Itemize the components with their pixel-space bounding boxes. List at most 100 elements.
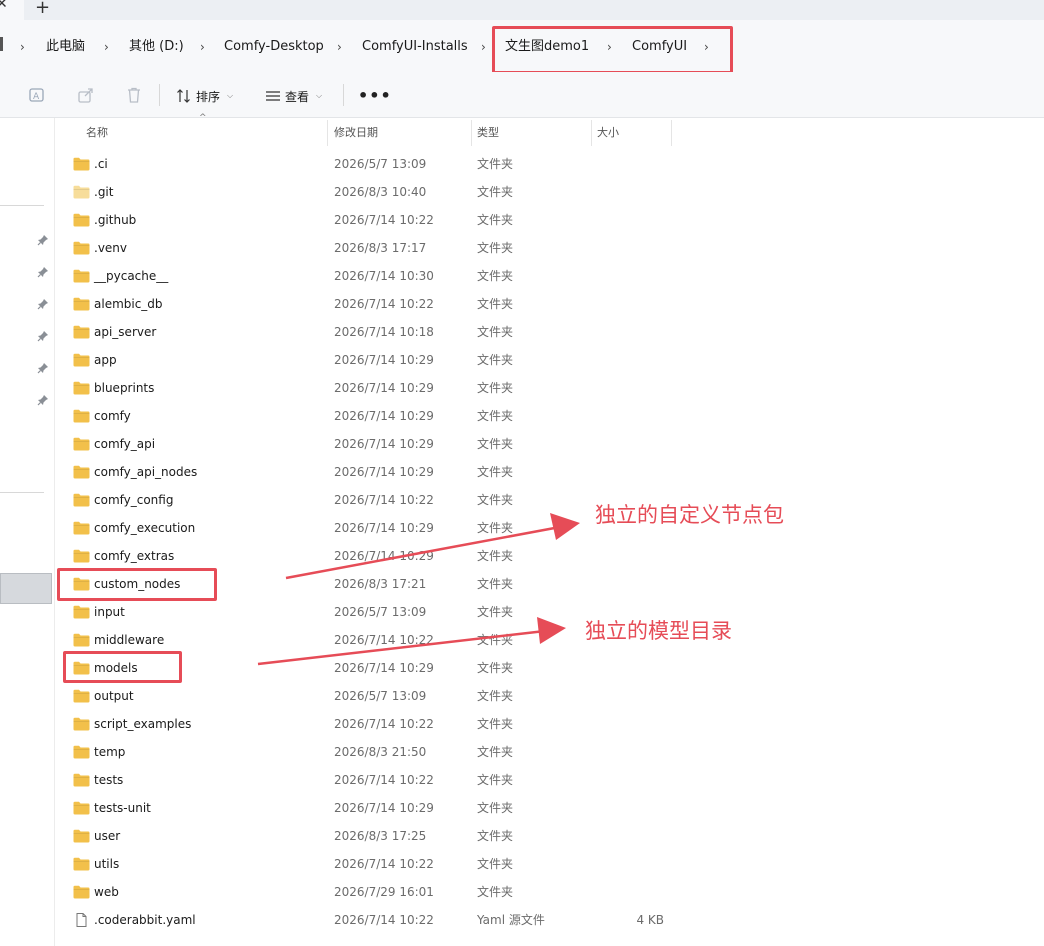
breadcrumb-separator[interactable]: › bbox=[20, 38, 25, 56]
file-modified-date: 2026/7/14 10:29 bbox=[334, 465, 434, 479]
new-tab-icon[interactable]: + bbox=[35, 0, 50, 18]
more-options-button[interactable]: ••• bbox=[358, 86, 392, 105]
file-row-api-server[interactable]: api_server 2026/7/14 10:18 文件夹 bbox=[56, 318, 1044, 346]
file-row-script-examples[interactable]: script_examples 2026/7/14 10:22 文件夹 bbox=[56, 710, 1044, 738]
file-row-comfy-api[interactable]: comfy_api 2026/7/14 10:29 文件夹 bbox=[56, 430, 1044, 458]
file-modified-date: 2026/7/14 10:22 bbox=[334, 213, 434, 227]
file-row-input[interactable]: input 2026/5/7 13:09 文件夹 bbox=[56, 598, 1044, 626]
annotation-models-note: 独立的模型目录 bbox=[585, 619, 732, 643]
nav-item-selected[interactable] bbox=[0, 573, 52, 604]
rename-icon[interactable]: A bbox=[28, 86, 46, 104]
breadcrumb-drive-d[interactable]: 其他 (D:) bbox=[129, 38, 184, 56]
file-modified-date: 2026/7/14 10:22 bbox=[334, 717, 434, 731]
column-header-name[interactable]: 名称 bbox=[80, 118, 326, 146]
file-type: 文件夹 bbox=[477, 297, 514, 311]
folder-icon bbox=[73, 156, 90, 171]
folder-icon bbox=[73, 772, 90, 787]
file-row-comfy-config[interactable]: comfy_config 2026/7/14 10:22 文件夹 bbox=[56, 486, 1044, 514]
folder-icon bbox=[73, 520, 90, 535]
file-row-user[interactable]: user 2026/8/3 17:25 文件夹 bbox=[56, 822, 1044, 850]
file-name: input bbox=[94, 605, 125, 619]
file-type: Yaml 源文件 bbox=[477, 913, 545, 927]
column-header-type[interactable]: 类型 bbox=[471, 118, 591, 146]
file-name: .venv bbox=[94, 241, 128, 255]
file-name: tests bbox=[94, 773, 124, 787]
file-type: 文件夹 bbox=[477, 521, 514, 535]
delete-icon[interactable] bbox=[125, 86, 143, 104]
chevron-down-icon: ⌵ bbox=[316, 91, 323, 100]
chevron-down-icon: ⌵ bbox=[227, 91, 234, 100]
view-button[interactable]: 查看 ⌵ bbox=[265, 86, 322, 106]
file-name: tests-unit bbox=[94, 801, 151, 815]
file-name: blueprints bbox=[94, 381, 155, 395]
folder-icon bbox=[73, 800, 90, 815]
column-divider[interactable] bbox=[671, 120, 672, 146]
file-modified-date: 2026/7/14 10:30 bbox=[334, 269, 434, 283]
file-name: middleware bbox=[94, 633, 165, 647]
tab-strip: ✕ + bbox=[0, 0, 1044, 20]
file-name: comfy_api bbox=[94, 437, 156, 451]
file-row-comfy[interactable]: comfy 2026/7/14 10:29 文件夹 bbox=[56, 402, 1044, 430]
folder-icon bbox=[73, 296, 90, 311]
breadcrumb-separator[interactable]: › bbox=[200, 38, 205, 56]
custom-nodes-highlight-box bbox=[57, 568, 217, 601]
file-type: 文件夹 bbox=[477, 185, 514, 199]
file-type: 文件夹 bbox=[477, 717, 514, 731]
sort-button[interactable]: 排序 ⌵ bbox=[176, 86, 233, 106]
file-row-pycache[interactable]: __pycache__ 2026/7/14 10:30 文件夹 bbox=[56, 262, 1044, 290]
file-row-coderabbit-yaml[interactable]: .coderabbit.yaml 2026/7/14 10:22 Yaml 源文件 4… bbox=[56, 906, 1044, 934]
column-header-size[interactable]: 大小 bbox=[591, 118, 671, 146]
folder-icon bbox=[73, 856, 90, 871]
folder-icon bbox=[73, 240, 90, 255]
file-name: utils bbox=[94, 857, 120, 871]
file-type: 文件夹 bbox=[477, 353, 514, 367]
file-row-comfy-execution[interactable]: comfy_execution 2026/7/14 10:29 文件夹 bbox=[56, 514, 1044, 542]
file-row-ci[interactable]: .ci 2026/5/7 13:09 文件夹 bbox=[56, 150, 1044, 178]
file-type: 文件夹 bbox=[477, 633, 514, 647]
file-row-tests-unit[interactable]: tests-unit 2026/7/14 10:29 文件夹 bbox=[56, 794, 1044, 822]
file-name: web bbox=[94, 885, 119, 899]
file-row-git[interactable]: .git 2026/8/3 10:40 文件夹 bbox=[56, 178, 1044, 206]
file-row-venv[interactable]: .venv 2026/8/3 17:17 文件夹 bbox=[56, 234, 1044, 262]
column-header-date[interactable]: 修改日期 bbox=[328, 118, 470, 146]
breadcrumb-this-pc[interactable]: 此电脑 bbox=[46, 38, 85, 56]
file-row-comfy-api-nodes[interactable]: comfy_api_nodes 2026/7/14 10:29 文件夹 bbox=[56, 458, 1044, 486]
toolbar-divider bbox=[159, 84, 160, 106]
file-modified-date: 2026/7/14 10:29 bbox=[334, 409, 434, 423]
breadcrumb-comfy-desktop[interactable]: Comfy-Desktop bbox=[224, 38, 324, 56]
file-row-alembic-db[interactable]: alembic_db 2026/7/14 10:22 文件夹 bbox=[56, 290, 1044, 318]
file-row-app[interactable]: app 2026/7/14 10:29 文件夹 bbox=[56, 346, 1044, 374]
folder-icon bbox=[73, 744, 90, 759]
close-tab-icon[interactable]: ✕ bbox=[0, 0, 8, 12]
file-row-web[interactable]: web 2026/7/29 16:01 文件夹 bbox=[56, 878, 1044, 906]
file-row-models[interactable]: models 2026/7/14 10:29 文件夹 bbox=[56, 654, 1044, 682]
pin-icon bbox=[37, 327, 49, 342]
file-row-github[interactable]: .github 2026/7/14 10:22 文件夹 bbox=[56, 206, 1044, 234]
folder-icon bbox=[73, 688, 90, 703]
file-name: output bbox=[94, 689, 134, 703]
file-row-comfy-extras[interactable]: comfy_extras 2026/7/14 10:29 文件夹 bbox=[56, 542, 1044, 570]
file-type: 文件夹 bbox=[477, 381, 514, 395]
file-row-tests[interactable]: tests 2026/7/14 10:22 文件夹 bbox=[56, 766, 1044, 794]
file-row-output[interactable]: output 2026/5/7 13:09 文件夹 bbox=[56, 682, 1044, 710]
file-name: comfy_execution bbox=[94, 521, 196, 535]
file-row-temp[interactable]: temp 2026/8/3 21:50 文件夹 bbox=[56, 738, 1044, 766]
folder-icon bbox=[73, 548, 90, 563]
share-icon[interactable] bbox=[77, 86, 95, 104]
file-type: 文件夹 bbox=[477, 409, 514, 423]
breadcrumb-separator[interactable]: › bbox=[481, 38, 486, 56]
tab-current[interactable]: ✕ bbox=[0, 0, 24, 20]
file-type: 文件夹 bbox=[477, 577, 514, 591]
folder-icon bbox=[73, 604, 90, 619]
breadcrumb-separator[interactable]: › bbox=[104, 38, 109, 56]
file-row-blueprints[interactable]: blueprints 2026/7/14 10:29 文件夹 bbox=[56, 374, 1044, 402]
breadcrumb-comfyui-installs[interactable]: ComfyUI-Installs bbox=[362, 38, 468, 56]
file-row-middleware[interactable]: middleware 2026/7/14 10:22 文件夹 bbox=[56, 626, 1044, 654]
file-modified-date: 2026/7/14 10:22 bbox=[334, 297, 434, 311]
file-row-utils[interactable]: utils 2026/7/14 10:22 文件夹 bbox=[56, 850, 1044, 878]
file-modified-date: 2026/7/14 10:29 bbox=[334, 801, 434, 815]
breadcrumb-separator[interactable]: › bbox=[337, 38, 342, 56]
file-modified-date: 2026/7/14 10:29 bbox=[334, 661, 434, 675]
file-size: 4 KB bbox=[636, 913, 664, 927]
file-name: comfy_extras bbox=[94, 549, 175, 563]
